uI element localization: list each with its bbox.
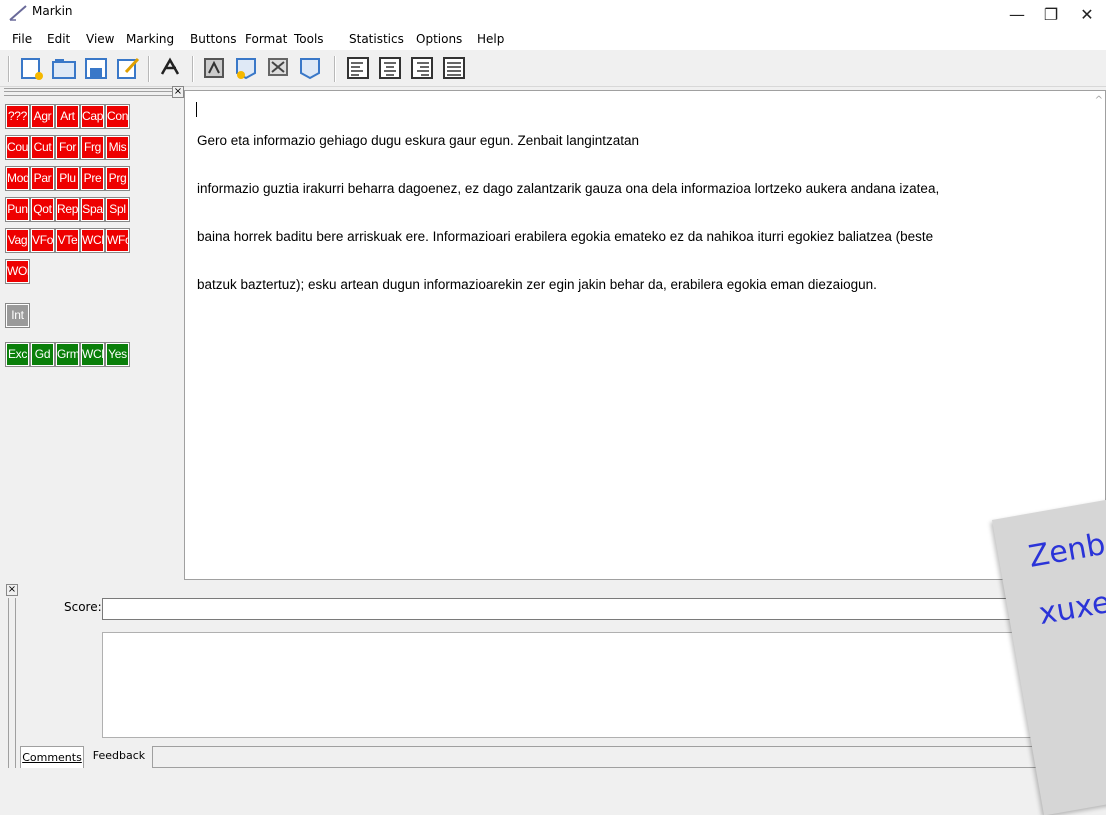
panel-grip-line — [4, 91, 172, 92]
mark-button-int[interactable]: Int — [5, 303, 30, 328]
mark-comment-icon[interactable] — [296, 54, 324, 82]
mark-button-par[interactable]: Par — [30, 166, 55, 191]
tab-feedback[interactable]: Feedback — [90, 748, 148, 768]
align-right-icon[interactable] — [408, 54, 436, 82]
close-button[interactable]: ✕ — [1064, 0, 1106, 30]
mark-button-qqq[interactable]: ??? — [5, 104, 30, 129]
mark-button-cou[interactable]: Cou — [5, 135, 30, 160]
title-bar: Markin — ❐ ✕ — [0, 0, 1106, 30]
new-file-icon[interactable] — [18, 54, 46, 82]
menu-marking[interactable]: Marking — [126, 32, 174, 46]
justify-icon[interactable] — [440, 54, 468, 82]
menu-statistics[interactable]: Statistics — [349, 32, 404, 46]
menu-edit[interactable]: Edit — [47, 32, 70, 46]
align-left-icon[interactable] — [344, 54, 372, 82]
menu-buttons[interactable]: Buttons — [190, 32, 236, 46]
menu-file[interactable]: File — [12, 32, 32, 46]
mark-button-con[interactable]: Con — [105, 104, 130, 129]
panel-grip[interactable] — [8, 598, 16, 768]
edit-document-icon[interactable] — [114, 54, 142, 82]
status-field — [152, 746, 1042, 768]
menu-view[interactable]: View — [86, 32, 114, 46]
menu-format[interactable]: Format — [245, 32, 287, 46]
comments-textarea[interactable] — [102, 632, 1106, 738]
mark-delete-icon[interactable] — [264, 54, 292, 82]
mark-button-yes[interactable]: Yes — [105, 342, 130, 367]
mark-button-qot[interactable]: Qot — [30, 197, 55, 222]
toolbar — [0, 50, 1106, 87]
menu-bar: File Edit View Marking Buttons Format To… — [0, 30, 1106, 50]
align-center-icon[interactable] — [376, 54, 404, 82]
marking-buttons-panel: × ??? Agr Art Cap Con Cou Cut For Frg Mi… — [4, 86, 184, 580]
mark-button-vfo[interactable]: VFo — [30, 228, 55, 253]
close-icon[interactable]: × — [172, 86, 184, 98]
menu-options[interactable]: Options — [416, 32, 462, 46]
mark-button-wch-green[interactable]: WCh — [80, 342, 105, 367]
mark-add-icon[interactable] — [232, 54, 260, 82]
mark-button-pun[interactable]: Pun — [5, 197, 30, 222]
mark-button-exc[interactable]: Exc — [5, 342, 30, 367]
mark-button-cap[interactable]: Cap — [80, 104, 105, 129]
menu-tools[interactable]: Tools — [294, 32, 324, 46]
save-icon[interactable] — [82, 54, 110, 82]
editor-line: batzuk baztertuz); esku artean dugun inf… — [197, 277, 877, 292]
mark-button-agr[interactable]: Agr — [30, 104, 55, 129]
mark-button-spl[interactable]: Spl — [105, 197, 130, 222]
score-input[interactable] — [102, 598, 1106, 620]
mark-button-vte[interactable]: VTe — [55, 228, 80, 253]
toolbar-separator — [192, 56, 194, 82]
toolbar-separator — [334, 56, 336, 82]
feedback-panel: × Score: Comments Feedback — [0, 584, 1106, 768]
mark-button-for[interactable]: For — [55, 135, 80, 160]
close-icon[interactable]: × — [6, 584, 18, 596]
window-title: Markin — [32, 4, 73, 18]
overlay-text-line: Zenb — [1026, 527, 1106, 575]
mark-button-grm[interactable]: Grm — [55, 342, 80, 367]
mark-button-wch[interactable]: WCh — [80, 228, 105, 253]
mark-button-wor[interactable]: WOr — [5, 259, 30, 284]
mark-button-spa[interactable]: Spa — [80, 197, 105, 222]
open-folder-icon[interactable] — [50, 54, 78, 82]
mark-button-vag[interactable]: Vag — [5, 228, 30, 253]
mark-button-pre[interactable]: Pre — [80, 166, 105, 191]
editor-line: informazio guztia irakurri beharra dagoe… — [197, 181, 940, 196]
mark-tool-icon[interactable] — [156, 54, 184, 82]
mark-button-wfo[interactable]: WFo — [105, 228, 130, 253]
mark-button-frg[interactable]: Frg — [80, 135, 105, 160]
text-editor[interactable]: Gero eta informazio gehiago dugu eskura … — [184, 90, 1106, 580]
mark-button-rep[interactable]: Rep — [55, 197, 80, 222]
editor-line: baina horrek baditu bere arriskuak ere. … — [197, 229, 934, 244]
panel-grip[interactable] — [4, 88, 172, 96]
tab-comments[interactable]: Comments — [20, 746, 84, 768]
mark-grid-icon[interactable] — [200, 54, 228, 82]
mark-button-cut[interactable]: Cut — [30, 135, 55, 160]
scroll-up-icon[interactable]: ^ — [1095, 95, 1103, 106]
menu-help[interactable]: Help — [477, 32, 504, 46]
mark-button-plu[interactable]: Plu — [55, 166, 80, 191]
toolbar-separator — [148, 56, 150, 82]
mark-button-mod[interactable]: Mod — [5, 166, 30, 191]
markin-app-icon — [9, 5, 27, 21]
mark-button-art[interactable]: Art — [55, 104, 80, 129]
mark-button-mis[interactable]: Mis — [105, 135, 130, 160]
editor-text[interactable]: Gero eta informazio gehiago dugu eskura … — [197, 101, 1087, 325]
mark-button-prg[interactable]: Prg — [105, 166, 130, 191]
toolbar-separator — [8, 56, 10, 82]
score-label: Score: — [64, 600, 102, 614]
editor-line: Gero eta informazio gehiago dugu eskura … — [197, 133, 640, 148]
mark-button-gd[interactable]: Gd — [30, 342, 55, 367]
overlay-text-line: xuxe — [1036, 585, 1106, 632]
